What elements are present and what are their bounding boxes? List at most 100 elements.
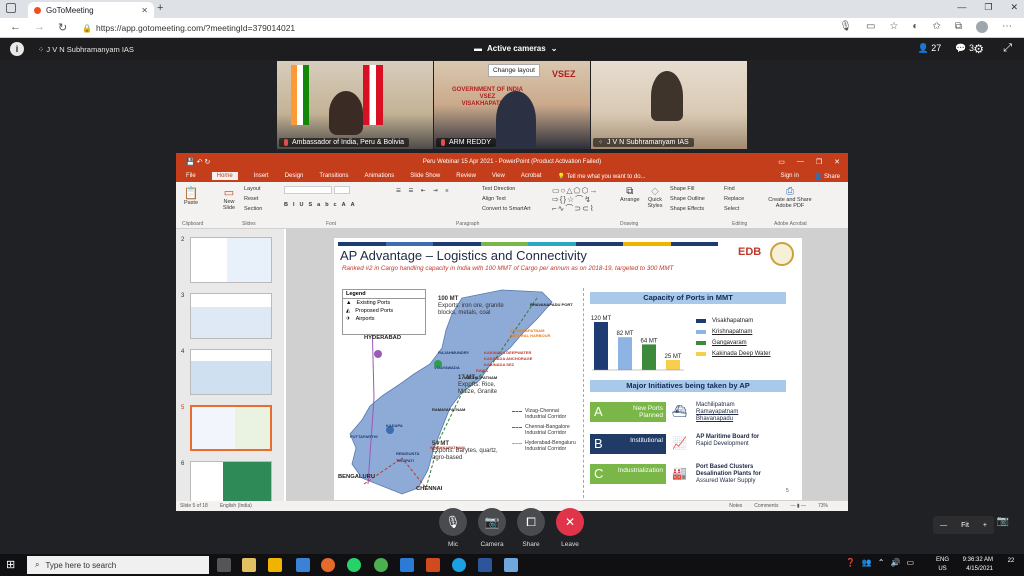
mic-button[interactable]: 🎙 bbox=[439, 508, 467, 536]
windows-start-icon[interactable]: ⊞ bbox=[6, 558, 15, 571]
font-size-select[interactable] bbox=[334, 186, 350, 194]
zoom-level[interactable]: 73% bbox=[818, 503, 828, 509]
chat-button[interactable]: 💬 3 bbox=[955, 43, 974, 54]
minimize-icon[interactable]: — bbox=[957, 2, 966, 13]
gear-icon[interactable]: ⚙ bbox=[973, 42, 984, 56]
fullscreen-icon[interactable]: ⤢ bbox=[1003, 42, 1012, 55]
tab-design[interactable]: Design bbox=[285, 173, 304, 179]
tab-acrobat[interactable]: Acrobat bbox=[521, 173, 542, 179]
app-icon[interactable] bbox=[504, 558, 518, 572]
text-direction-button[interactable]: Text Direction bbox=[482, 186, 515, 192]
browser-tab[interactable]: GoToMeeting ✕ bbox=[28, 2, 154, 18]
maximize-icon[interactable]: ❐ bbox=[984, 2, 992, 13]
star-icon[interactable]: ☆ bbox=[889, 21, 898, 33]
leave-button[interactable]: ✕ bbox=[556, 508, 584, 536]
share-button[interactable]: 👤 Share bbox=[815, 173, 840, 180]
favorites-icon[interactable]: ✩ bbox=[932, 21, 940, 33]
zoom-in-button[interactable]: + bbox=[976, 522, 994, 529]
network-icon[interactable]: ▭ bbox=[906, 558, 914, 567]
attendees-button[interactable]: 👤 27 bbox=[918, 43, 942, 54]
reload-icon[interactable]: ↻ bbox=[58, 21, 67, 34]
reset-button[interactable]: Reset bbox=[244, 196, 258, 202]
forward-icon[interactable]: → bbox=[34, 21, 45, 33]
notification-center-icon[interactable]: 22 bbox=[1004, 558, 1018, 572]
slide-thumbnail-selected[interactable] bbox=[190, 405, 272, 451]
ribbon-display-icon[interactable]: ▭ bbox=[778, 158, 785, 166]
shape-effects-button[interactable]: Shape Effects bbox=[670, 206, 704, 212]
slide-canvas[interactable]: AP Advantage – Logistics and Connectivit… bbox=[334, 238, 802, 500]
notes-button[interactable]: Notes bbox=[729, 503, 742, 509]
powerpoint-window[interactable]: 💾 ↶ ↻ Peru Webinar 15 Apr 2021 - PowerPo… bbox=[176, 153, 848, 511]
new-slide-button[interactable]: ▭ New Slide bbox=[220, 186, 238, 211]
mail-icon[interactable] bbox=[400, 558, 414, 572]
find-button[interactable]: Find bbox=[724, 186, 735, 192]
info-icon[interactable]: i bbox=[10, 42, 24, 56]
zoom-out-button[interactable]: — bbox=[933, 522, 954, 529]
menu-icon[interactable]: ⋯ bbox=[1002, 21, 1012, 33]
vscode-icon[interactable] bbox=[296, 558, 310, 572]
font-family-select[interactable] bbox=[284, 186, 332, 194]
taskbar-search[interactable]: ⌕ Type here to search bbox=[27, 556, 209, 574]
edge-icon[interactable] bbox=[452, 558, 466, 572]
word-icon[interactable] bbox=[478, 558, 492, 572]
language-status[interactable]: English (India) bbox=[220, 503, 252, 509]
slide-thumbnail[interactable] bbox=[190, 293, 272, 339]
tell-me-field[interactable]: 💡 Tell me what you want to do... bbox=[558, 173, 646, 180]
help-icon[interactable]: ❓ bbox=[846, 558, 856, 567]
new-tab-icon[interactable]: + bbox=[157, 2, 163, 14]
language-indicator[interactable]: ENG US bbox=[936, 556, 949, 574]
active-cameras-dropdown[interactable]: ▬ Active cameras ⌄ bbox=[474, 44, 557, 53]
shapes-gallery[interactable]: ▭○△⬠⬡→ ⇨{}☆⌒↯ ⌐∿⌒⊃⊂⌇ bbox=[552, 186, 598, 213]
section-button[interactable]: Section bbox=[244, 206, 262, 212]
paste-button[interactable]: 📋 Paste bbox=[182, 186, 200, 206]
slide-thumbnail[interactable] bbox=[190, 237, 272, 283]
camera-permission-icon[interactable]: ▭ bbox=[866, 21, 875, 33]
maximize-icon[interactable]: ❐ bbox=[816, 158, 822, 166]
video-tile-1[interactable]: Ambassador of India, Peru & Bolivia bbox=[277, 61, 433, 149]
office-icon[interactable] bbox=[426, 558, 440, 572]
task-view-icon[interactable] bbox=[217, 558, 231, 572]
slide-thumbnail[interactable] bbox=[190, 349, 272, 395]
snapshot-camera-icon[interactable]: 📷 bbox=[994, 516, 1012, 534]
firefox-icon[interactable] bbox=[321, 558, 335, 572]
slide-thumbnail[interactable] bbox=[190, 461, 272, 501]
people-icon[interactable]: 👥 bbox=[862, 558, 872, 567]
save-icon[interactable]: 💾 ↶ ↻ bbox=[186, 158, 210, 166]
profile-avatar[interactable] bbox=[976, 21, 988, 33]
taskbar-clock[interactable]: 9:36:32 AM 4/15/2021 bbox=[963, 556, 993, 574]
tab-insert[interactable]: Insert bbox=[254, 173, 269, 179]
tab-file[interactable]: File bbox=[186, 173, 196, 179]
zoom-slider[interactable]: — ▮ — bbox=[790, 503, 806, 509]
tab-transitions[interactable]: Transitions bbox=[319, 173, 348, 179]
back-icon[interactable]: ← bbox=[10, 21, 21, 33]
extension-icon[interactable]: ◐ bbox=[912, 21, 918, 33]
tab-home[interactable]: Home bbox=[211, 172, 238, 180]
camera-button[interactable]: 📷 bbox=[478, 508, 506, 536]
replace-button[interactable]: Replace bbox=[724, 196, 744, 202]
font-style-buttons[interactable]: BIUSabcAA bbox=[284, 202, 360, 208]
align-text-button[interactable]: Align Text bbox=[482, 196, 506, 202]
paragraph-list-buttons[interactable]: ☰ ☰ ⇤ ⇥ ≡ bbox=[396, 188, 451, 194]
microphone-icon[interactable]: 🎙 bbox=[839, 21, 852, 33]
whatsapp-icon[interactable] bbox=[347, 558, 361, 572]
minimize-icon[interactable]: — bbox=[797, 158, 804, 166]
shape-outline-button[interactable]: Shape Outline bbox=[670, 196, 705, 202]
chevron-up-icon[interactable]: ⌃ bbox=[878, 558, 885, 567]
tab-actions-icon[interactable] bbox=[6, 3, 16, 13]
video-tile-3[interactable]: ⁘ J V N Subhramanyam IAS bbox=[591, 61, 747, 149]
arrange-button[interactable]: ⧉ Arrange bbox=[620, 186, 640, 203]
quick-styles-button[interactable]: ◇ Quick Styles bbox=[644, 186, 666, 209]
tab-animations[interactable]: Animations bbox=[365, 173, 395, 179]
create-pdf-button[interactable]: ⎙ Create and Share Adobe PDF bbox=[766, 186, 814, 209]
select-button[interactable]: Select bbox=[724, 206, 739, 212]
fit-button[interactable]: Fit bbox=[954, 522, 976, 529]
url-field[interactable]: 🔒 https://app.gotomeeting.com/?meetingId… bbox=[82, 20, 902, 36]
close-window-icon[interactable]: ✕ bbox=[1010, 2, 1018, 13]
close-tab-icon[interactable]: ✕ bbox=[141, 6, 148, 15]
file-explorer-icon[interactable] bbox=[268, 558, 282, 572]
collections-icon[interactable]: ⧉ bbox=[955, 21, 962, 33]
sign-in-link[interactable]: Sign in bbox=[780, 173, 798, 179]
tab-view[interactable]: View bbox=[492, 173, 505, 179]
shape-fill-button[interactable]: Shape Fill bbox=[670, 186, 694, 192]
layout-button[interactable]: Layout bbox=[244, 186, 261, 192]
